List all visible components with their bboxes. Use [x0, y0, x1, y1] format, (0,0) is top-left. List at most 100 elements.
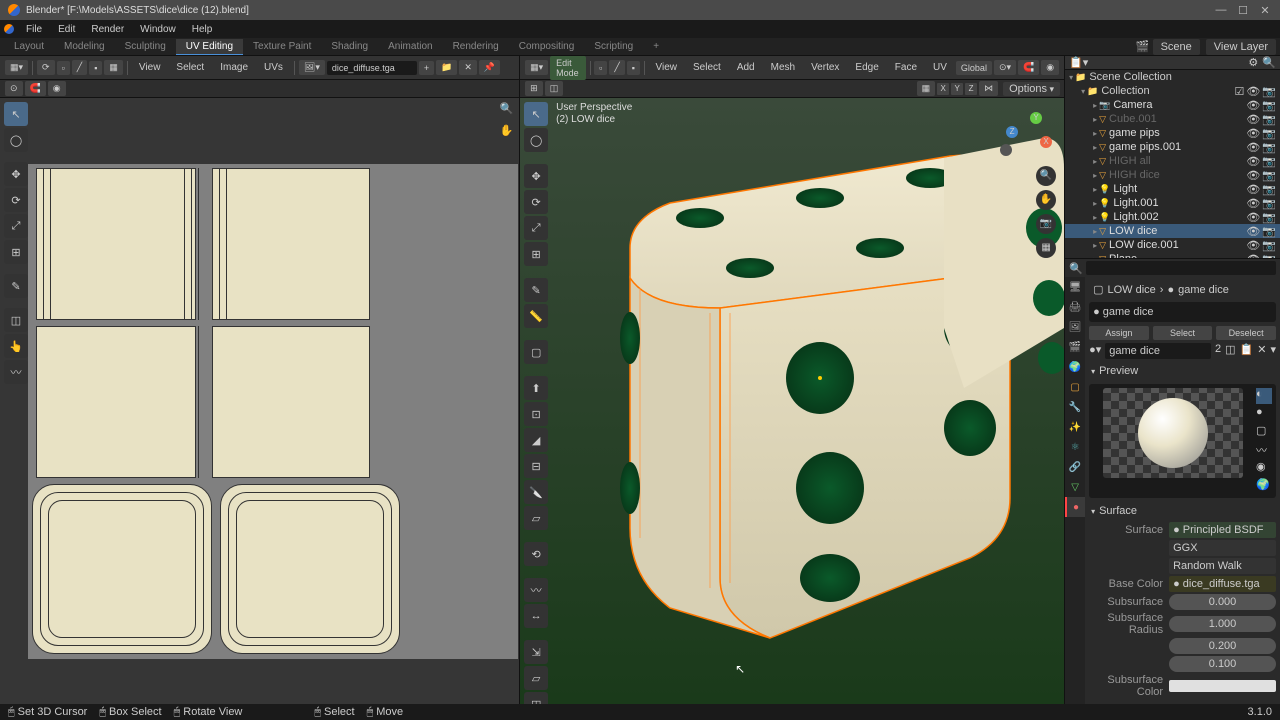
- mat-unlink-button[interactable]: ✕: [1257, 343, 1266, 359]
- ssr-3[interactable]: 0.100: [1169, 656, 1276, 672]
- uv-unlink-button[interactable]: ✕: [459, 60, 477, 75]
- mat-new-button[interactable]: ◫: [1225, 343, 1235, 359]
- vp-tool-annotate[interactable]: ✎: [524, 278, 548, 302]
- vp-tool-rotate[interactable]: ⟳: [524, 190, 548, 214]
- vp-tool-polybuild[interactable]: ▱: [524, 506, 548, 530]
- outliner-item[interactable]: ▸▽Plane👁📷: [1065, 252, 1280, 259]
- uv-menu-select[interactable]: Select: [170, 60, 210, 75]
- tab-uv-editing[interactable]: UV Editing: [176, 39, 243, 55]
- snap-button[interactable]: 🧲: [1018, 60, 1039, 75]
- vp-tool-move[interactable]: ✥: [524, 164, 548, 188]
- propedit-button[interactable]: ◉: [1041, 60, 1059, 75]
- menu-help[interactable]: Help: [184, 22, 221, 37]
- vp-tool-smooth[interactable]: 〰: [524, 578, 548, 602]
- uv-sel-face-button[interactable]: ▪: [89, 61, 102, 75]
- props-tab-object[interactable]: ▢: [1065, 377, 1085, 397]
- props-tab-output[interactable]: 🖨: [1065, 297, 1085, 317]
- xray-button[interactable]: ◫: [545, 81, 564, 96]
- minimize-button[interactable]: —: [1214, 4, 1228, 16]
- subsurface-value[interactable]: 0.000: [1169, 594, 1276, 610]
- props-tab-constraints[interactable]: 🔗: [1065, 457, 1085, 477]
- ssr-1[interactable]: 1.000: [1169, 616, 1276, 632]
- orientation-selector[interactable]: Global: [956, 61, 992, 75]
- deselect-button[interactable]: Deselect: [1216, 326, 1276, 340]
- outliner-item[interactable]: ▸💡Light👁📷: [1065, 182, 1280, 196]
- sel-edge-button[interactable]: ╱: [609, 60, 624, 75]
- tab-compositing[interactable]: Compositing: [509, 39, 585, 54]
- vp-tool-extrude[interactable]: ⬆: [524, 376, 548, 400]
- preview-header[interactable]: ▾Preview: [1089, 362, 1276, 380]
- sss-method-dropdown[interactable]: Random Walk: [1169, 558, 1276, 574]
- outliner-editor-button[interactable]: 📋▾: [1069, 56, 1088, 69]
- mat-users[interactable]: 2: [1215, 343, 1221, 359]
- mat-browse-button[interactable]: ●▾: [1089, 343, 1101, 359]
- menu-file[interactable]: File: [18, 22, 50, 37]
- options-dropdown[interactable]: Options ▾: [1003, 82, 1060, 96]
- props-tab-mesh[interactable]: ▽: [1065, 477, 1085, 497]
- outliner-item[interactable]: ▸▽Cube.001👁📷: [1065, 112, 1280, 126]
- gizmo-z[interactable]: Z: [1006, 126, 1018, 138]
- outliner-item[interactable]: ▸▽HIGH all👁📷: [1065, 154, 1280, 168]
- outliner-item[interactable]: ▸▽LOW dice👁📷: [1065, 224, 1280, 238]
- select-button[interactable]: Select: [1153, 326, 1213, 340]
- vp-tool-inset[interactable]: ⊡: [524, 402, 548, 426]
- preview-sphere-button[interactable]: ●: [1256, 406, 1272, 422]
- vp-tool-transform[interactable]: ⊞: [524, 242, 548, 266]
- uv-new-button[interactable]: +: [419, 61, 434, 75]
- uv-menu-view[interactable]: View: [133, 60, 167, 75]
- vp-tool-shrink[interactable]: ⇲: [524, 640, 548, 664]
- gizmo-neg[interactable]: [1000, 144, 1012, 156]
- maximize-button[interactable]: ☐: [1236, 4, 1250, 17]
- vp-tool-select[interactable]: ↖: [524, 102, 548, 126]
- uv-sel-edge-button[interactable]: ╱: [72, 60, 87, 75]
- overlays-button[interactable]: ⊞: [525, 81, 543, 96]
- uv-propedit-button[interactable]: ◉: [48, 81, 66, 96]
- uv-sel-vert-button[interactable]: ▫: [57, 61, 70, 75]
- base-color-field[interactable]: ● dice_diffuse.tga: [1169, 576, 1276, 592]
- add-workspace-button[interactable]: +: [643, 39, 669, 54]
- vp-tool-bevel[interactable]: ◢: [524, 428, 548, 452]
- tool-scale[interactable]: ⤢: [4, 214, 28, 238]
- props-tab-modifiers[interactable]: 🔧: [1065, 397, 1085, 417]
- props-tab-render[interactable]: 🖥: [1065, 277, 1085, 297]
- outliner-item[interactable]: ▸📷Camera👁📷: [1065, 98, 1280, 112]
- outliner-search-icon[interactable]: 🔍: [1262, 56, 1276, 69]
- pan-icon[interactable]: ✋: [1036, 190, 1056, 210]
- props-tab-material[interactable]: ●: [1065, 497, 1085, 517]
- close-button[interactable]: ✕: [1258, 4, 1272, 17]
- vp-tool-edge-slide[interactable]: ↔: [524, 604, 548, 628]
- outliner-search-input[interactable]: [1086, 261, 1276, 275]
- uv-pivot-button[interactable]: ⊙: [5, 81, 23, 96]
- menu-edit[interactable]: Edit: [50, 22, 83, 37]
- menu-window[interactable]: Window: [132, 22, 184, 37]
- material-slot[interactable]: ● game dice: [1089, 302, 1276, 322]
- props-tab-viewlayer[interactable]: 🖼: [1065, 317, 1085, 337]
- vp-tool-shear[interactable]: ▱: [524, 666, 548, 690]
- mesh-edit-mode-button[interactable]: ▦: [917, 81, 936, 96]
- axis-y-button[interactable]: Y: [951, 83, 963, 95]
- surface-shader[interactable]: ● Principled BSDF: [1169, 522, 1276, 538]
- mat-nodes-button[interactable]: ▾: [1270, 343, 1276, 359]
- vp-editor-type-button[interactable]: ▦▾: [525, 60, 548, 75]
- uv-menu-image[interactable]: Image: [214, 60, 254, 75]
- outliner-item[interactable]: ▸▽LOW dice.001👁📷: [1065, 238, 1280, 252]
- vp-canvas[interactable]: ↖ ◯ ✥ ⟳ ⤢ ⊞ ✎ 📏 ▢ ⬆ ⊡ ◢ ⊟ 🔪 ▱ ⟲: [520, 98, 1064, 704]
- scene-selector[interactable]: Scene: [1153, 39, 1200, 55]
- zoom-icon[interactable]: 🔍: [1036, 166, 1056, 186]
- viewlayer-selector[interactable]: View Layer: [1206, 39, 1276, 55]
- tool-rotate[interactable]: ⟳: [4, 188, 28, 212]
- gizmo-y[interactable]: Y: [1030, 112, 1042, 124]
- perspective-icon[interactable]: ▦: [1036, 238, 1056, 258]
- vp-menu-face[interactable]: Face: [889, 60, 923, 75]
- mat-name-field[interactable]: game dice: [1105, 343, 1211, 359]
- outliner-item[interactable]: ▸▽game pips👁📷: [1065, 126, 1280, 140]
- gizmo-x[interactable]: X: [1040, 136, 1052, 148]
- props-tab-scene[interactable]: 🎬: [1065, 337, 1085, 357]
- mode-selector[interactable]: Edit Mode: [550, 56, 585, 80]
- tool-cursor[interactable]: ↖: [4, 102, 28, 126]
- tab-scripting[interactable]: Scripting: [584, 39, 643, 54]
- ssr-2[interactable]: 0.200: [1169, 638, 1276, 654]
- uv-snap-button[interactable]: 🧲: [25, 81, 46, 96]
- props-tab-particles[interactable]: ✨: [1065, 417, 1085, 437]
- tab-rendering[interactable]: Rendering: [443, 39, 509, 54]
